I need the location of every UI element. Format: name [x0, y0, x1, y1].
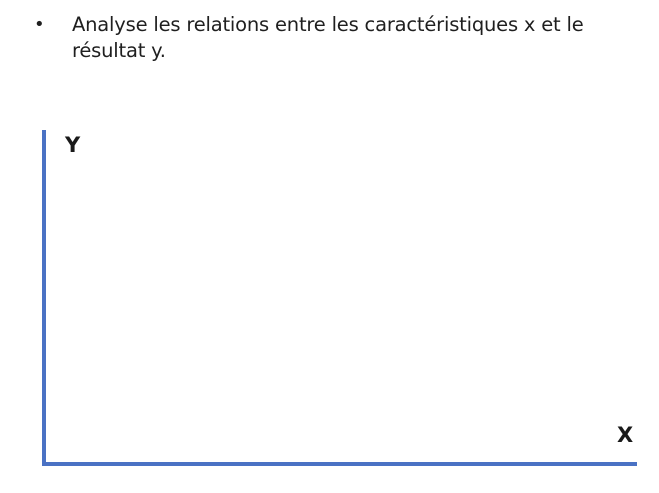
x-axis-label: X: [617, 423, 634, 447]
y-axis-label: Y: [65, 133, 81, 157]
axes-diagram: [42, 130, 637, 466]
slide: • Analyse les relations entre les caract…: [0, 0, 659, 493]
